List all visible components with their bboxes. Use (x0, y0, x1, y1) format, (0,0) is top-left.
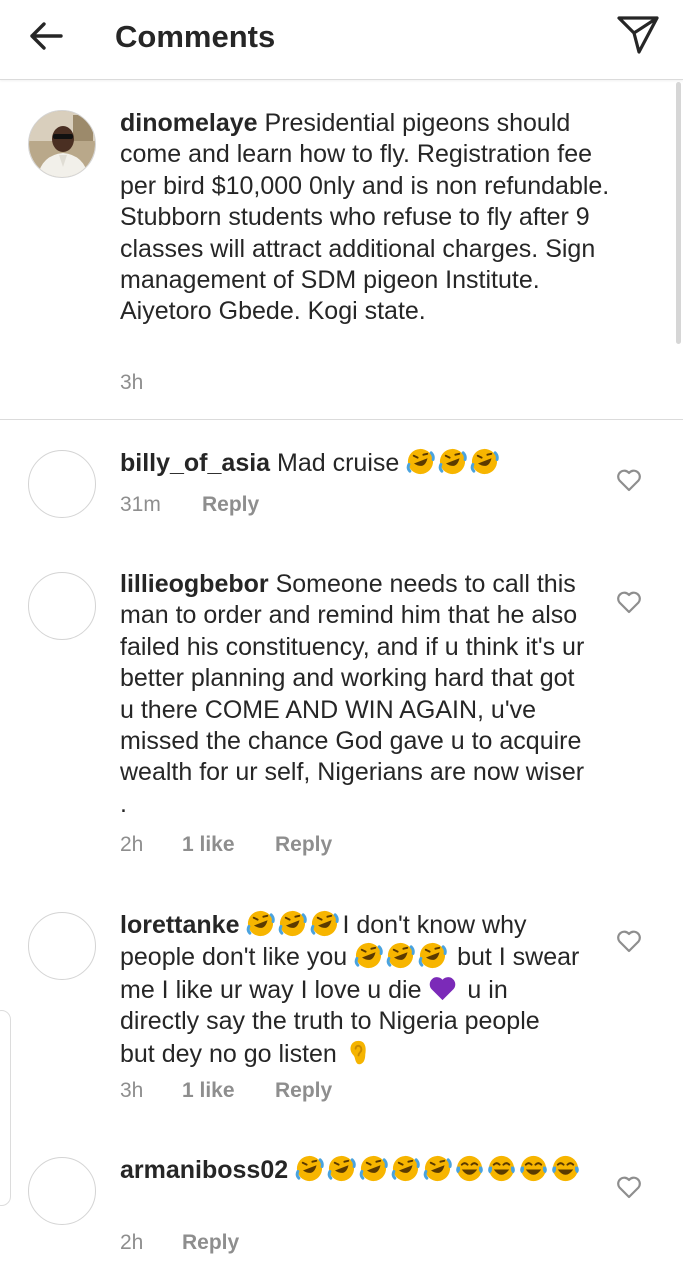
like-button[interactable] (614, 589, 644, 619)
rolling-laughing-emoji (406, 447, 436, 476)
username[interactable]: dinomelaye (120, 109, 258, 137)
share-button[interactable] (612, 12, 664, 62)
like-button[interactable] (614, 1174, 644, 1204)
comment-body: Mad cruise (277, 449, 400, 477)
top-bar: Comments (0, 0, 683, 80)
paper-plane-icon (616, 14, 660, 61)
likes-count[interactable]: 1 like (182, 1076, 275, 1106)
comment-body: Someone needs to call this man to order … (120, 570, 585, 818)
username[interactable]: billy_of_asia (120, 449, 270, 477)
timestamp: 3h (120, 371, 144, 394)
rolling-laughing-emoji (470, 447, 500, 476)
reply-button[interactable]: Reply (275, 830, 332, 860)
comment-meta: 31m Reply (120, 490, 259, 520)
comment-text: lillieogbebor Someone needs to call this… (120, 569, 595, 820)
comment-meta: 2h Reply (120, 1228, 239, 1258)
side-panel-handle[interactable] (0, 1010, 11, 1206)
username[interactable]: armaniboss02 (120, 1156, 288, 1184)
rolling-laughing-emoji (246, 909, 276, 938)
tears-of-joy-emoji (551, 1154, 580, 1183)
timestamp: 2h (120, 833, 144, 856)
username[interactable]: lorettanke (120, 911, 239, 939)
like-button[interactable] (614, 467, 644, 497)
reply-button[interactable]: Reply (202, 490, 259, 520)
heart-icon (616, 929, 642, 958)
rolling-laughing-emoji (354, 941, 383, 970)
timestamp: 2h (120, 1231, 144, 1254)
page-title: Comments (115, 19, 276, 54)
rolling-laughing-emoji (391, 1154, 420, 1183)
comment-text: lorettanke I don't know why people don't… (120, 909, 580, 1070)
reply-button[interactable]: Reply (182, 1228, 239, 1258)
comment-text: armaniboss02 (120, 1154, 590, 1186)
profile-photo (29, 111, 95, 177)
arrow-left-icon (28, 21, 64, 56)
comment-meta: 2h 1 like Reply (120, 830, 332, 860)
rolling-laughing-emoji (438, 447, 468, 476)
purple-heart-emoji (428, 974, 457, 1003)
timestamp: 3h (120, 1079, 144, 1102)
rolling-laughing-emoji (295, 1154, 324, 1183)
username[interactable]: lillieogbebor (120, 570, 269, 598)
timestamp: 31m (120, 493, 161, 516)
tears-of-joy-emoji (455, 1154, 484, 1183)
rolling-laughing-emoji (310, 909, 340, 938)
rolling-laughing-emoji (386, 941, 415, 970)
ear-emoji (344, 1038, 373, 1067)
caption-text: dinomelaye Presidential pigeons should c… (120, 108, 620, 328)
comment-meta: 3h 1 like Reply (120, 1076, 332, 1106)
likes-count[interactable]: 1 like (182, 830, 275, 860)
rolling-laughing-emoji (418, 941, 447, 970)
heart-icon (616, 590, 642, 619)
heart-icon (616, 468, 642, 497)
caption-body: Presidential pigeons should come and lea… (120, 109, 610, 326)
avatar[interactable] (28, 450, 96, 518)
tears-of-joy-emoji (487, 1154, 516, 1183)
reply-button[interactable]: Reply (275, 1076, 332, 1106)
caption-meta: 3h (120, 368, 182, 398)
like-button[interactable] (614, 928, 644, 958)
rolling-laughing-emoji (359, 1154, 388, 1183)
avatar[interactable] (28, 110, 96, 178)
tears-of-joy-emoji (519, 1154, 548, 1183)
avatar[interactable] (28, 1157, 96, 1225)
avatar[interactable] (28, 572, 96, 640)
post-caption: dinomelaye Presidential pigeons should c… (0, 80, 683, 420)
rolling-laughing-emoji (423, 1154, 452, 1183)
rolling-laughing-emoji (327, 1154, 356, 1183)
comment-text: billy_of_asia Mad cruise (120, 447, 600, 479)
avatar[interactable] (28, 912, 96, 980)
heart-icon (616, 1175, 642, 1204)
back-button[interactable] (22, 16, 70, 60)
rolling-laughing-emoji (278, 909, 308, 938)
